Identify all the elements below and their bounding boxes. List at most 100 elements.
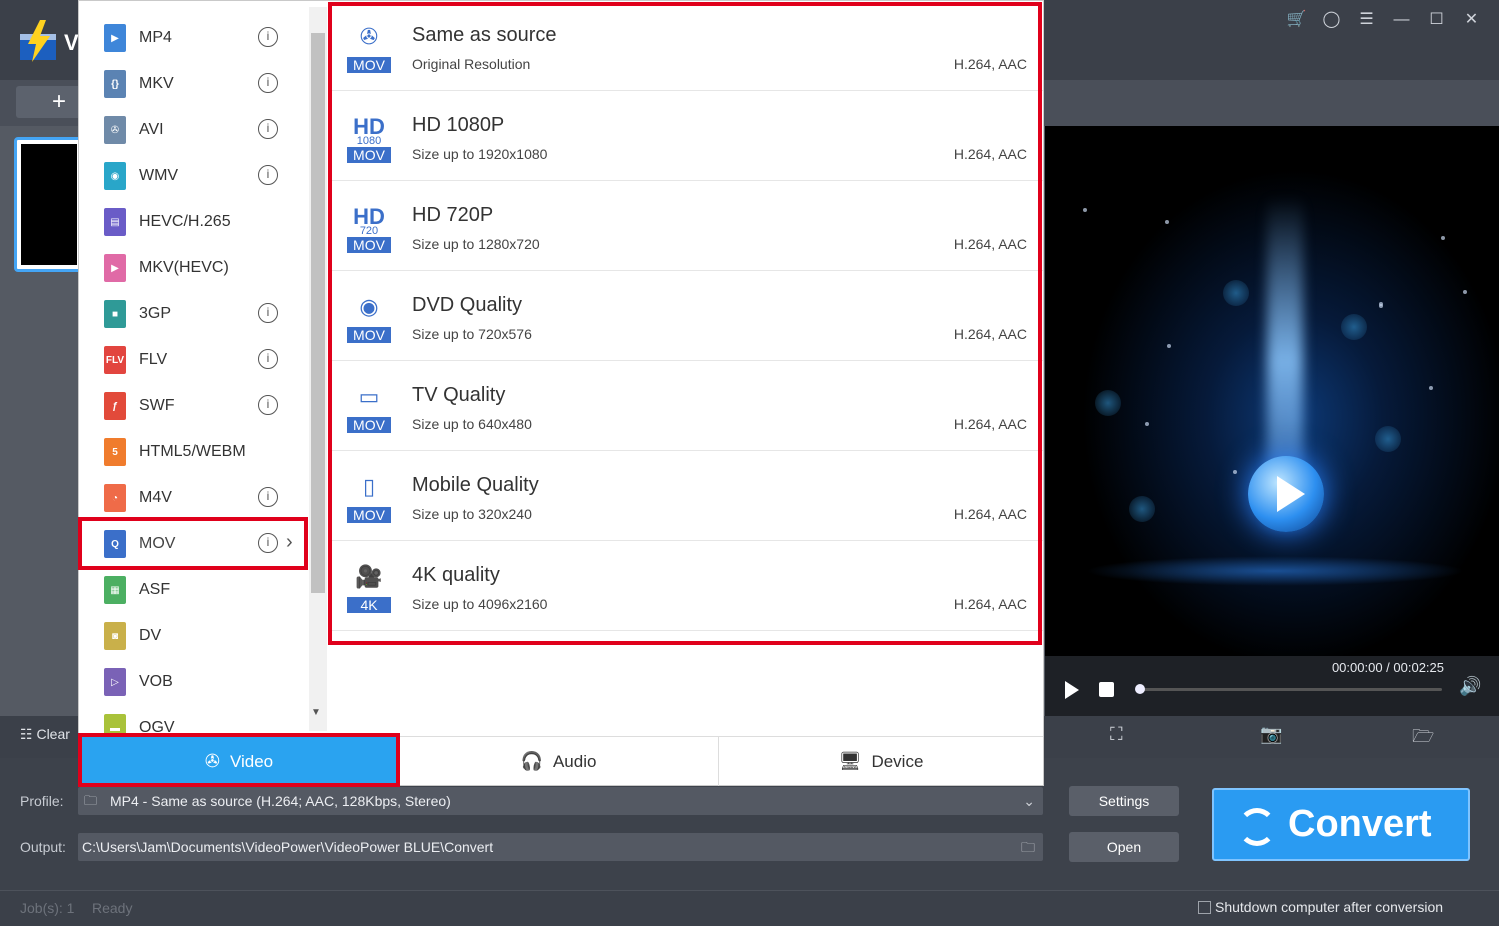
add-file-button[interactable]: + [16, 86, 86, 118]
format-name: ASF [139, 581, 171, 598]
profile-title: DVD Quality [412, 294, 523, 316]
info-icon[interactable]: i [258, 487, 278, 507]
format-item-m4v[interactable]: ◔ M4V i [79, 475, 309, 521]
stop-icon[interactable] [1099, 682, 1114, 697]
info-icon[interactable]: i [258, 303, 278, 323]
profile-format-tag: 4K [347, 597, 391, 613]
format-item-swf[interactable]: ƒ SWF i [79, 383, 309, 429]
close-icon[interactable]: ✕ [1454, 8, 1489, 32]
open-folder-icon[interactable]: 🗁 [1412, 724, 1434, 754]
format-item-mp4[interactable]: ▶ MP4 i [79, 15, 309, 61]
profile-option[interactable]: ✇ MOV Same as source Original Resolution H.2… [329, 1, 1043, 91]
format-item-asf[interactable]: ▦ ASF [79, 567, 309, 613]
tab-device[interactable]: 🖥 Device [719, 737, 1043, 786]
star-dot [1441, 236, 1445, 240]
profile-option[interactable]: 🎥 4K 4K quality Size up to 4096x2160 H.264, … [329, 541, 1043, 631]
info-icon[interactable]: i [258, 533, 278, 553]
cart-icon[interactable]: 🛒 [1279, 8, 1314, 32]
settings-button[interactable]: Settings [1069, 786, 1179, 816]
format-item-html5-webm[interactable]: 5 HTML5/WEBM [79, 429, 309, 475]
info-icon[interactable]: i [258, 73, 278, 93]
format-name: MKV(HEVC) [139, 259, 229, 276]
snapshot-icon[interactable]: 📷 [1260, 724, 1282, 745]
format-item-mov[interactable]: Q MOV i › [79, 521, 309, 567]
shutdown-checkbox[interactable]: Shutdown computer after conversion [1198, 899, 1443, 915]
open-button[interactable]: Open [1069, 832, 1179, 862]
format-item-mkv-hevc-[interactable]: ▶ MKV(HEVC) [79, 245, 309, 291]
profile-codec: H.264, AAC [953, 326, 1027, 342]
profile-resolution-sub: 1080 [356, 135, 382, 147]
scroll-down-icon[interactable]: ▼ [311, 707, 321, 718]
profile-codec: H.264, AAC [953, 506, 1027, 522]
glow-dot [1223, 280, 1249, 306]
star-dot [1083, 208, 1087, 212]
minimize-icon[interactable]: — [1384, 8, 1419, 32]
format-item-ogv[interactable]: ▬ OGV [79, 705, 309, 736]
convert-button[interactable]: Convert [1212, 788, 1470, 861]
tab-video[interactable]: ✇ Video [79, 737, 399, 786]
profile-icon: 🎥 4K [347, 561, 391, 613]
profile-value: MP4 - Same as source (H.264; AAC, 128Kbp… [110, 793, 451, 809]
info-icon[interactable]: i [258, 119, 278, 139]
format-icon: ✇ [104, 116, 126, 144]
format-icon: ƒ [104, 392, 126, 420]
format-item-mkv[interactable]: {} MKV i [79, 61, 309, 107]
profile-codec: H.264, AAC [953, 236, 1027, 252]
info-icon[interactable]: i [258, 27, 278, 47]
profile-option[interactable]: HD 720 MOV HD 720P Size up to 1280x720 H.264,… [329, 181, 1043, 271]
profile-format-tag: MOV [347, 237, 391, 253]
devices-icon: 🖥 [838, 751, 862, 771]
preview-play-icon[interactable] [1248, 456, 1324, 532]
format-name: HEVC/H.265 [139, 213, 231, 230]
menu-icon[interactable]: ☰ [1349, 8, 1384, 32]
crop-icon[interactable]: ⛶ [1110, 724, 1123, 745]
format-item-dv[interactable]: ◙ DV [79, 613, 309, 659]
format-icon: ▬ [104, 714, 126, 736]
format-item-hevc-h-265[interactable]: ▤ HEVC/H.265 [79, 199, 309, 245]
profile-subtitle: Size up to 1920x1080 [412, 146, 548, 162]
clear-button[interactable]: ☷ Clear [20, 726, 70, 743]
format-icon: ■ [104, 300, 126, 328]
profile-select[interactable]: 🗀 MP4 - Same as source (H.264; AAC, 128K… [78, 787, 1043, 815]
profile-subtitle: Original Resolution [412, 56, 531, 72]
profile-option[interactable]: ▭ MOV TV Quality Size up to 640x480 H.264, A… [329, 361, 1043, 451]
user-icon[interactable]: ◯ [1314, 8, 1349, 32]
format-item-vob[interactable]: ▷ VOB [79, 659, 309, 705]
profile-codec: H.264, AAC [953, 146, 1027, 162]
refresh-icon [1238, 808, 1276, 846]
chevron-down-icon[interactable]: ⌄ [1023, 787, 1035, 815]
seek-handle[interactable] [1135, 684, 1145, 694]
format-item-avi[interactable]: ✇ AVI i [79, 107, 309, 153]
scrollbar-thumb[interactable] [311, 33, 325, 593]
profile-format-tag: MOV [347, 417, 391, 433]
info-icon[interactable]: i [258, 349, 278, 369]
star-dot [1463, 290, 1467, 294]
info-icon[interactable]: i [258, 165, 278, 185]
seek-bar[interactable] [1137, 688, 1442, 691]
profile-option[interactable]: HD 1080 MOV HD 1080P Size up to 1920x1080 H.2… [329, 91, 1043, 181]
checkbox-icon[interactable] [1198, 901, 1211, 914]
format-name: M4V [139, 489, 172, 506]
profile-title: Same as source [412, 24, 557, 46]
format-icon: ▶ [104, 254, 126, 282]
play-icon[interactable] [1065, 681, 1079, 699]
format-icon: ▷ [104, 668, 126, 696]
file-thumbnail[interactable] [14, 137, 84, 272]
browse-folder-icon[interactable]: 🗀 [1021, 833, 1035, 861]
format-item-3gp[interactable]: ■ 3GP i [79, 291, 309, 337]
format-item-flv[interactable]: FLV FLV i [79, 337, 309, 383]
maximize-icon[interactable]: ☐ [1419, 8, 1454, 32]
info-icon[interactable]: i [258, 395, 278, 415]
volume-icon[interactable]: 🔊 [1459, 676, 1481, 697]
profile-option[interactable]: ▯ MOV Mobile Quality Size up to 320x240 H.26… [329, 451, 1043, 541]
glow-dot [1129, 496, 1155, 522]
format-item-wmv[interactable]: ◉ WMV i [79, 153, 309, 199]
format-name: OGV [139, 719, 175, 736]
app-logo [20, 20, 56, 62]
output-path-field[interactable]: C:\Users\Jam\Documents\VideoPower\VideoP… [78, 833, 1043, 861]
playback-time: 00:00:00 / 00:02:25 [1331, 660, 1444, 675]
headphones-icon: 🎧 [520, 751, 543, 771]
tab-audio[interactable]: 🎧 Audio [399, 737, 719, 786]
glow-dot [1341, 314, 1367, 340]
profile-option[interactable]: ◉ MOV DVD Quality Size up to 720x576 H.264, … [329, 271, 1043, 361]
